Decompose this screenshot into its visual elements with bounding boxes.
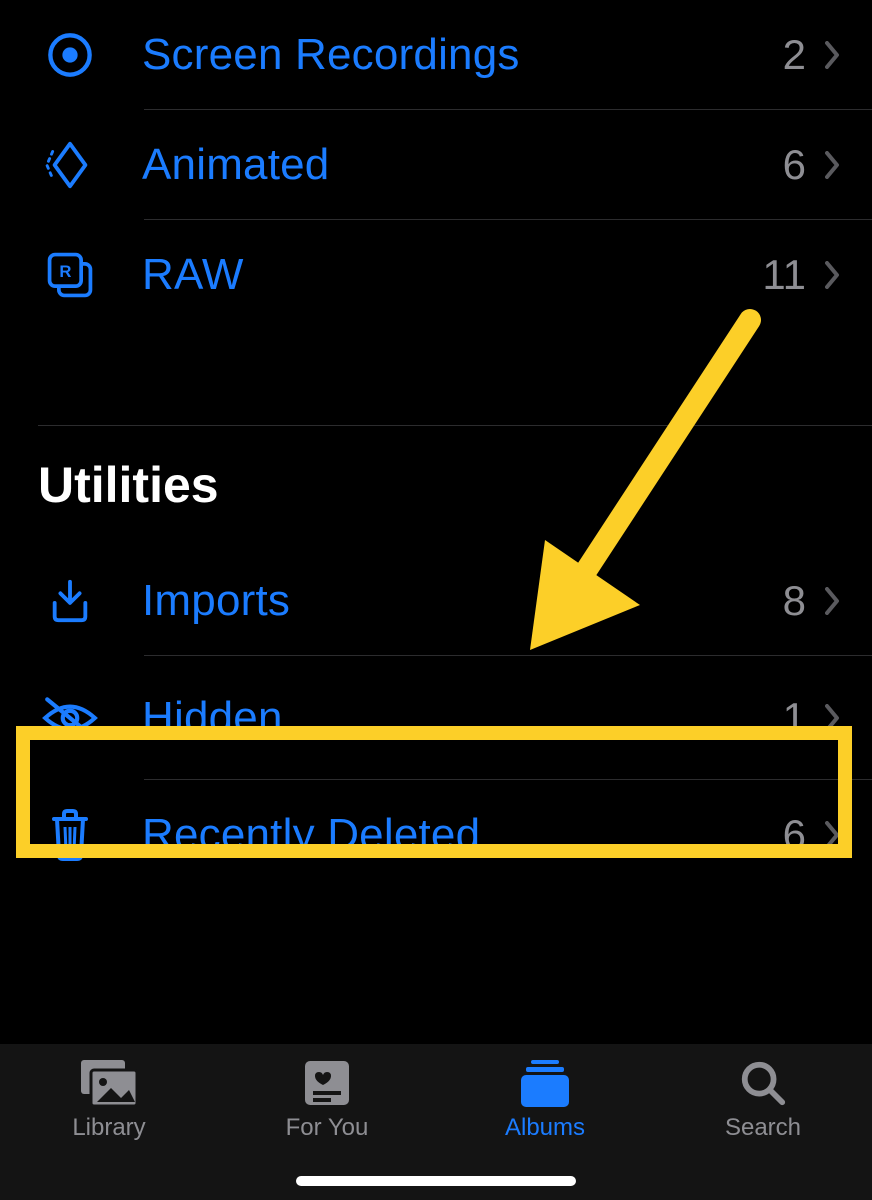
row-count: 1	[783, 694, 812, 742]
media-type-screen-recordings[interactable]: Screen Recordings 2	[0, 0, 872, 110]
row-count: 6	[783, 141, 812, 189]
row-count: 8	[783, 577, 812, 625]
chevron-right-icon	[818, 35, 848, 75]
home-indicator[interactable]	[296, 1176, 576, 1186]
chevron-right-icon	[818, 815, 848, 855]
utility-hidden[interactable]: Hidden 1	[0, 656, 872, 780]
chevron-right-icon	[818, 145, 848, 185]
tab-label: Albums	[505, 1114, 585, 1142]
row-label: RAW	[102, 250, 762, 300]
trash-icon	[38, 803, 102, 867]
section-header-utilities: Utilities	[38, 456, 219, 514]
row-label: Hidden	[102, 693, 783, 743]
record-icon	[38, 23, 102, 87]
library-icon	[77, 1058, 141, 1108]
chevron-right-icon	[818, 255, 848, 295]
eye-slash-icon	[38, 686, 102, 750]
tab-label: Library	[72, 1114, 145, 1142]
chevron-right-icon	[818, 698, 848, 738]
utility-imports[interactable]: Imports 8	[0, 546, 872, 656]
search-icon	[731, 1058, 795, 1108]
media-type-raw[interactable]: R RAW 11	[0, 220, 872, 330]
for-you-icon	[295, 1058, 359, 1108]
utility-recently-deleted[interactable]: Recently Deleted 6	[0, 780, 872, 890]
animated-icon	[38, 133, 102, 197]
tab-label: For You	[286, 1114, 369, 1142]
row-count: 6	[783, 811, 812, 859]
tab-for-you[interactable]: For You	[227, 1058, 427, 1142]
download-icon	[38, 569, 102, 633]
row-count: 11	[762, 251, 812, 299]
svg-text:R: R	[59, 262, 71, 281]
chevron-right-icon	[818, 581, 848, 621]
tab-label: Search	[725, 1114, 801, 1142]
raw-icon: R	[38, 243, 102, 307]
tab-library[interactable]: Library	[9, 1058, 209, 1142]
row-label: Screen Recordings	[102, 30, 783, 80]
row-label: Imports	[102, 576, 783, 626]
row-label: Recently Deleted	[102, 810, 783, 860]
row-label: Animated	[102, 140, 783, 190]
tab-search[interactable]: Search	[663, 1058, 863, 1142]
row-count: 2	[783, 31, 812, 79]
tab-albums[interactable]: Albums	[445, 1058, 645, 1142]
albums-icon	[513, 1058, 577, 1108]
media-type-animated[interactable]: Animated 6	[0, 110, 872, 220]
